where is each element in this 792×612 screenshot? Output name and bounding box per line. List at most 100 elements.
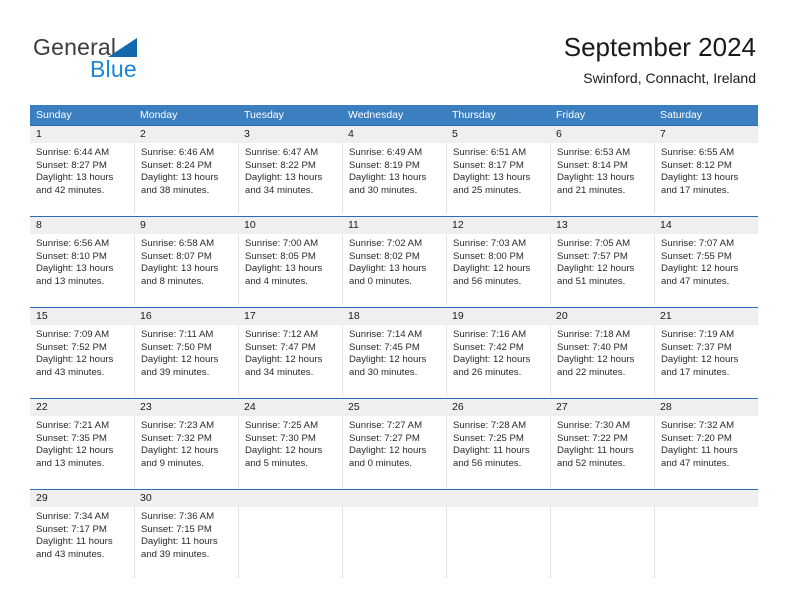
day-number-band: 29: [30, 490, 134, 507]
day-cell-empty: [238, 490, 342, 580]
daylight-text-line2: and 0 minutes.: [349, 457, 412, 469]
daylight-text-line1: Daylight: 13 hours: [349, 263, 427, 275]
day-cell[interactable]: 7 Sunrise: 6:55 AM Sunset: 8:12 PM Daylight…: [654, 126, 758, 216]
day-number-band: 23: [134, 399, 238, 416]
day-cell[interactable]: 20 Sunrise: 7:18 AM Sunset: 7:40 PM Dayligh…: [550, 308, 654, 398]
sunrise-text: Sunrise: 6:56 AM: [36, 238, 110, 249]
day-cell[interactable]: 21 Sunrise: 7:19 AM Sunset: 7:37 PM Dayligh…: [654, 308, 758, 398]
daylight-text-line1: Daylight: 12 hours: [245, 445, 323, 457]
day-cell[interactable]: 10 Sunrise: 7:00 AM Sunset: 8:05 PM Dayligh…: [238, 217, 342, 307]
day-number-band: 22: [30, 399, 134, 416]
day-cell[interactable]: 12 Sunrise: 7:03 AM Sunset: 8:00 PM Dayligh…: [446, 217, 550, 307]
daylight-text-line2: and 17 minutes.: [661, 366, 730, 378]
day-cell[interactable]: 13 Sunrise: 7:05 AM Sunset: 7:57 PM Dayligh…: [550, 217, 654, 307]
day-cell[interactable]: 8 Sunrise: 6:56 AM Sunset: 8:10 PM Daylight…: [30, 217, 134, 307]
day-cell[interactable]: 4 Sunrise: 6:49 AM Sunset: 8:19 PM Daylight…: [342, 126, 446, 216]
day-number: 30: [140, 492, 152, 504]
sunrise-text: Sunrise: 7:27 AM: [349, 420, 423, 431]
day-cell[interactable]: 29 Sunrise: 7:34 AM Sunset: 7:17 PM Dayligh…: [30, 490, 134, 580]
day-number: 17: [244, 310, 256, 322]
sunrise-text: Sunrise: 7:25 AM: [245, 420, 319, 431]
day-cell[interactable]: 19 Sunrise: 7:16 AM Sunset: 7:42 PM Dayligh…: [446, 308, 550, 398]
general-blue-logo[interactable]: General Blue: [33, 34, 213, 84]
day-cell[interactable]: 1 Sunrise: 6:44 AM Sunset: 8:27 PM Daylight…: [30, 126, 134, 216]
weekday-header-tuesday: Tuesday: [244, 109, 284, 121]
day-cell[interactable]: 2 Sunrise: 6:46 AM Sunset: 8:24 PM Daylight…: [134, 126, 238, 216]
day-cell[interactable]: 14 Sunrise: 7:07 AM Sunset: 7:55 PM Dayligh…: [654, 217, 758, 307]
daylight-text-line2: and 56 minutes.: [453, 275, 522, 287]
day-number-band: 6: [550, 126, 654, 143]
day-details: Sunrise: 7:11 AM Sunset: 7:50 PM Daylight:…: [134, 325, 238, 396]
day-cell[interactable]: 11 Sunrise: 7:02 AM Sunset: 8:02 PM Dayligh…: [342, 217, 446, 307]
sunset-text: Sunset: 8:19 PM: [349, 159, 420, 171]
sunrise-text: Sunrise: 7:30 AM: [557, 420, 631, 431]
day-cell[interactable]: 15 Sunrise: 7:09 AM Sunset: 7:52 PM Dayligh…: [30, 308, 134, 398]
sunset-text: Sunset: 7:22 PM: [557, 432, 628, 444]
day-cell-empty: [550, 490, 654, 580]
daylight-text-line2: and 4 minutes.: [245, 275, 308, 287]
day-cell[interactable]: 22 Sunrise: 7:21 AM Sunset: 7:35 PM Dayligh…: [30, 399, 134, 489]
daylight-text-line1: Daylight: 12 hours: [557, 263, 635, 275]
day-cell[interactable]: 9 Sunrise: 6:58 AM Sunset: 8:07 PM Daylight…: [134, 217, 238, 307]
day-cell[interactable]: 25 Sunrise: 7:27 AM Sunset: 7:27 PM Dayligh…: [342, 399, 446, 489]
day-number-band: 18: [342, 308, 446, 325]
sunset-text: Sunset: 8:12 PM: [661, 159, 732, 171]
day-cell[interactable]: 30 Sunrise: 7:36 AM Sunset: 7:15 PM Dayligh…: [134, 490, 238, 580]
day-number-band: 4: [342, 126, 446, 143]
sunrise-text: Sunrise: 7:07 AM: [661, 238, 735, 249]
day-number: 8: [36, 219, 42, 231]
day-number: 15: [36, 310, 48, 322]
week-row: 15 Sunrise: 7:09 AM Sunset: 7:52 PM Dayligh…: [30, 307, 758, 398]
day-number: 21: [660, 310, 672, 322]
day-cell-empty: [446, 490, 550, 580]
day-cell[interactable]: 6 Sunrise: 6:53 AM Sunset: 8:14 PM Daylight…: [550, 126, 654, 216]
day-number: 22: [36, 401, 48, 413]
day-cell[interactable]: 26 Sunrise: 7:28 AM Sunset: 7:25 PM Dayligh…: [446, 399, 550, 489]
day-cell[interactable]: 23 Sunrise: 7:23 AM Sunset: 7:32 PM Dayligh…: [134, 399, 238, 489]
day-cell[interactable]: 18 Sunrise: 7:14 AM Sunset: 7:45 PM Dayligh…: [342, 308, 446, 398]
daylight-text-line1: Daylight: 13 hours: [36, 172, 114, 184]
day-cell[interactable]: 3 Sunrise: 6:47 AM Sunset: 8:22 PM Daylight…: [238, 126, 342, 216]
day-number: 26: [452, 401, 464, 413]
daylight-text-line1: Daylight: 12 hours: [661, 263, 739, 275]
sunset-text: Sunset: 7:35 PM: [36, 432, 107, 444]
day-cell[interactable]: 28 Sunrise: 7:32 AM Sunset: 7:20 PM Dayligh…: [654, 399, 758, 489]
day-details: Sunrise: 7:02 AM Sunset: 8:02 PM Daylight:…: [342, 234, 446, 305]
sunrise-text: Sunrise: 7:28 AM: [453, 420, 527, 431]
sunrise-text: Sunrise: 6:53 AM: [557, 147, 631, 158]
day-number-band: 19: [446, 308, 550, 325]
day-details: [342, 507, 446, 578]
sunset-text: Sunset: 7:20 PM: [661, 432, 732, 444]
week-row: 8 Sunrise: 6:56 AM Sunset: 8:10 PM Daylight…: [30, 216, 758, 307]
day-number-band: 27: [550, 399, 654, 416]
daylight-text-line2: and 13 minutes.: [36, 457, 105, 469]
day-cell[interactable]: 5 Sunrise: 6:51 AM Sunset: 8:17 PM Daylight…: [446, 126, 550, 216]
day-cell-empty: [654, 490, 758, 580]
title-block: September 2024 Swinford, Connacht, Irela…: [564, 30, 756, 88]
sunrise-text: Sunrise: 7:21 AM: [36, 420, 110, 431]
sunset-text: Sunset: 8:17 PM: [453, 159, 524, 171]
daylight-text-line2: and 39 minutes.: [141, 548, 210, 560]
daylight-text-line2: and 51 minutes.: [557, 275, 626, 287]
day-details: Sunrise: 7:28 AM Sunset: 7:25 PM Daylight:…: [446, 416, 550, 487]
day-cell[interactable]: 27 Sunrise: 7:30 AM Sunset: 7:22 PM Dayligh…: [550, 399, 654, 489]
daylight-text-line1: Daylight: 11 hours: [141, 536, 218, 548]
day-details: Sunrise: 7:23 AM Sunset: 7:32 PM Daylight:…: [134, 416, 238, 487]
day-cell[interactable]: 16 Sunrise: 7:11 AM Sunset: 7:50 PM Dayligh…: [134, 308, 238, 398]
day-cell[interactable]: 17 Sunrise: 7:12 AM Sunset: 7:47 PM Dayligh…: [238, 308, 342, 398]
daylight-text-line2: and 30 minutes.: [349, 366, 418, 378]
daylight-text-line2: and 43 minutes.: [36, 548, 105, 560]
daylight-text-line2: and 34 minutes.: [245, 184, 314, 196]
daylight-text-line1: Daylight: 12 hours: [36, 354, 114, 366]
daylight-text-line2: and 47 minutes.: [661, 275, 730, 287]
weekday-header-row: Sunday Monday Tuesday Wednesday Thursday…: [30, 105, 758, 125]
day-details: Sunrise: 6:51 AM Sunset: 8:17 PM Daylight:…: [446, 143, 550, 214]
daylight-text-line2: and 26 minutes.: [453, 366, 522, 378]
day-number: 10: [244, 219, 256, 231]
sunrise-text: Sunrise: 6:51 AM: [453, 147, 527, 158]
day-number-band: 20: [550, 308, 654, 325]
daylight-text-line1: Daylight: 12 hours: [453, 263, 531, 275]
day-cell[interactable]: 24 Sunrise: 7:25 AM Sunset: 7:30 PM Dayligh…: [238, 399, 342, 489]
daylight-text-line2: and 43 minutes.: [36, 366, 105, 378]
day-details: Sunrise: 7:34 AM Sunset: 7:17 PM Daylight:…: [30, 507, 134, 578]
